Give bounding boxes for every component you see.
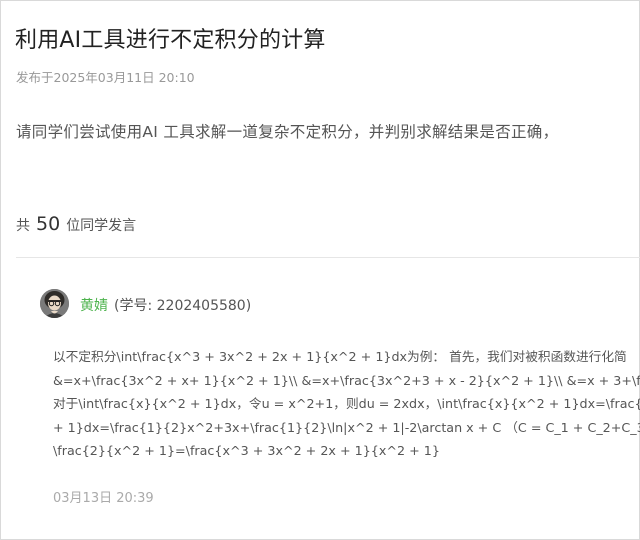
participant-count-suffix: 位同学发言 [66,218,137,234]
reply-line-2: &=x+\frac{3x^2 + x+ 1}{x^2 + 1}\\ &=x+\f… [53,372,640,388]
publish-time: 发布于2025年03月11日 20:10 [16,70,195,85]
user-photo-icon[interactable] [40,289,69,318]
reply-line-1: 以不定积分\int\frac{x^3 + 3x^2 + 2x + 1}{x^2 … [53,349,627,364]
participant-count-number: 50 [36,213,61,235]
post-description: 请同学们尝试使用AI 工具求解一道复杂不定积分，并判别求解结果是否正确， [16,123,559,141]
author-name[interactable]: 黄婧 [80,298,108,314]
reply-time: 03月13日 20:39 [53,491,154,506]
reply-line-3: 对于\int\frac{x}{x^2 + 1}dx，令u = x^2+1，则du… [53,396,640,411]
post-title: 利用AI工具进行不定积分的计算 [15,28,326,53]
student-id: (学号: 2202405580) [114,298,252,314]
reply-line-5: \frac{2}{x^2 + 1}=\frac{x^3 + 3x^2 + 2x … [53,443,440,458]
reply-author: 黄婧 (学号: 2202405580) [80,295,251,315]
participant-count: 共 50 位同学发言 [16,213,136,235]
section-divider [16,257,640,258]
reply-line-4: + 1}dx=\frac{1}{2}x^2+3x+\frac{1}{2}\ln|… [53,419,640,435]
participant-count-prefix: 共 [16,218,30,234]
reply-content: 以不定积分\int\frac{x^3 + 3x^2 + 2x + 1}{x^2 … [53,345,640,463]
avatar-image [40,289,69,318]
